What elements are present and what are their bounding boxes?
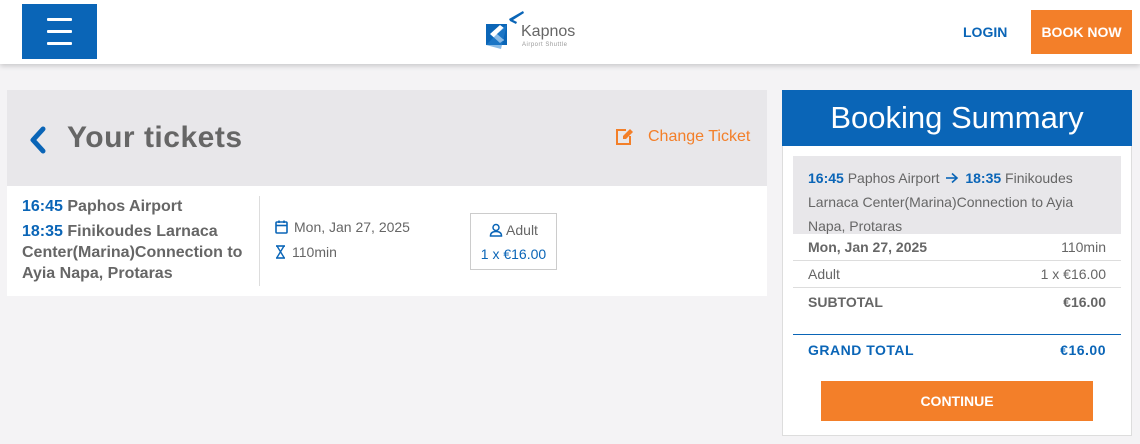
tickets-header: Your tickets Change Ticket: [7, 90, 767, 186]
summary-route: 16:45 Paphos Airport 18:35 Finikoudes La…: [793, 156, 1121, 234]
menu-icon: [47, 18, 72, 21]
booking-summary-title: Booking Summary: [782, 90, 1132, 146]
summary-passenger-row: Adult 1 x €16.00: [793, 261, 1121, 288]
arrival-time: 18:35: [22, 223, 63, 240]
user-icon: [489, 223, 503, 237]
brand-name: Kapnos: [521, 23, 576, 40]
summary-departure-time: 16:45: [808, 170, 844, 186]
page-title: Your tickets: [67, 121, 243, 154]
divider: [259, 196, 260, 286]
summary-passenger-price: 1 x €16.00: [1040, 266, 1106, 282]
summary-arrival-time: 18:35: [965, 170, 1002, 186]
menu-button[interactable]: [22, 4, 97, 59]
ticket-date: Mon, Jan 27, 2025: [294, 219, 410, 235]
departure-time: 16:45: [22, 198, 63, 215]
ticket-row: 16:45 Paphos Airport 18:35 Finikoudes La…: [7, 186, 767, 296]
book-now-button[interactable]: BOOK NOW: [1031, 10, 1132, 54]
summary-date-row: Mon, Jan 27, 2025 110min: [793, 234, 1121, 261]
summary-date: Mon, Jan 27, 2025: [808, 239, 928, 255]
arrow-right-icon: [946, 172, 959, 184]
booking-summary: 16:45 Paphos Airport 18:35 Finikoudes La…: [782, 146, 1132, 436]
passenger-type: Adult: [506, 222, 538, 238]
brand-tagline: Airport Shuttle: [522, 42, 568, 48]
grand-total-label: GRAND TOTAL: [808, 342, 915, 358]
logo-icon: [486, 11, 524, 49]
summary-subtotal-row: SUBTOTAL €16.00: [793, 288, 1121, 315]
subtotal-value: €16.00: [1063, 293, 1106, 310]
edit-icon: [616, 129, 633, 145]
summary-duration: 110min: [1061, 239, 1106, 255]
chevron-left-icon[interactable]: [27, 126, 49, 154]
departure-leg: 16:45 Paphos Airport: [22, 196, 252, 217]
departure-stop: Paphos Airport: [67, 198, 183, 215]
passenger-box: Adult 1 x €16.00: [470, 213, 557, 270]
subtotal-label: SUBTOTAL: [808, 293, 883, 310]
calendar-icon: [275, 220, 288, 234]
hourglass-icon: [276, 245, 285, 259]
ticket-duration: 110min: [292, 244, 337, 260]
top-navbar: Kapnos Airport Shuttle LOGIN BOOK NOW: [0, 0, 1140, 64]
summary-departure-stop: Paphos Airport: [847, 170, 940, 186]
change-ticket-button[interactable]: Change Ticket: [615, 128, 750, 146]
ticket-meta: Mon, Jan 27, 2025 110min: [275, 217, 410, 267]
change-ticket-label: Change Ticket: [648, 128, 751, 145]
summary-passenger-type: Adult: [808, 266, 840, 282]
brand-logo[interactable]: Kapnos Airport Shuttle: [483, 9, 593, 53]
ticket-route: 16:45 Paphos Airport 18:35 Finikoudes La…: [22, 196, 252, 284]
passenger-price: 1 x €16.00: [480, 246, 547, 262]
arrival-leg: 18:35 Finikoudes Larnaca Center(Marina)C…: [22, 221, 252, 284]
login-link[interactable]: LOGIN: [963, 24, 1007, 40]
grand-total-value: €16.00: [1060, 342, 1106, 358]
continue-button[interactable]: CONTINUE: [821, 381, 1093, 421]
grand-total-row: GRAND TOTAL €16.00: [793, 342, 1121, 358]
divider: [793, 334, 1121, 335]
